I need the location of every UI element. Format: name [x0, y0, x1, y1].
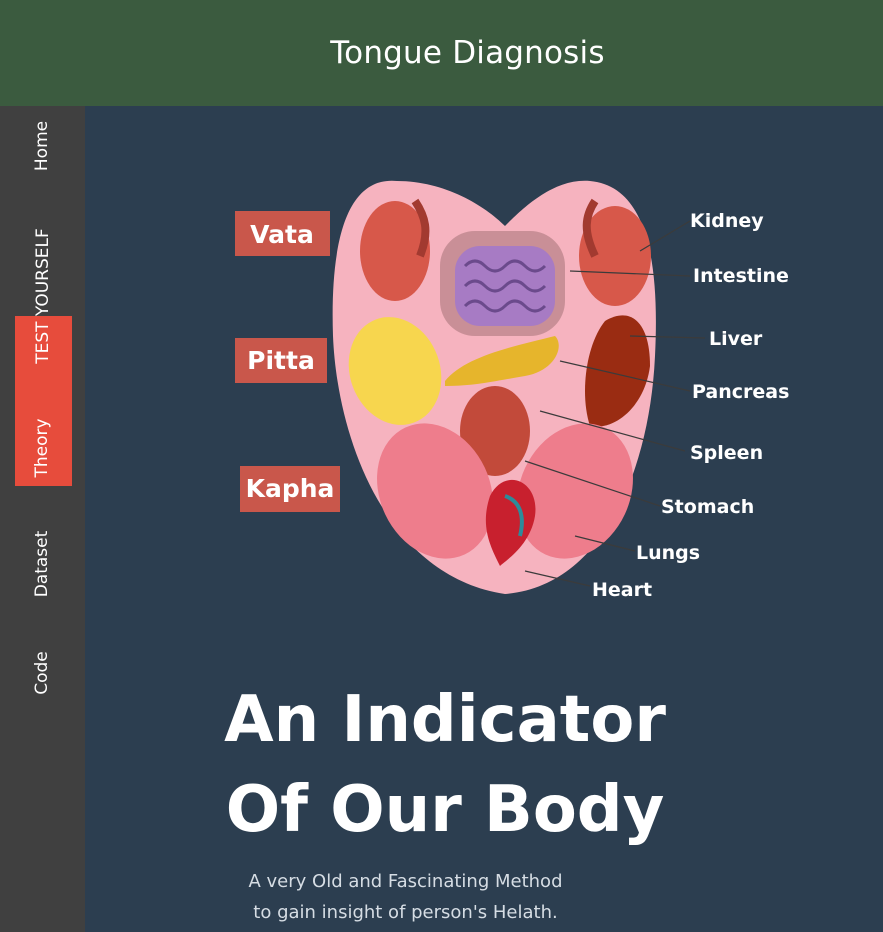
sidebar-item-test-yourself[interactable]: TEST YOURSELF: [33, 221, 53, 371]
hero-subtitle-line2: to gain insight of person's Helath.: [253, 902, 558, 923]
main-content: Vata Pitta Kapha Kidney Intestine Liver …: [85, 106, 883, 932]
sidebar-item-theory[interactable]: Theory: [32, 413, 52, 483]
tongue-illustration: Vata Pitta Kapha Kidney Intestine Liver …: [235, 180, 789, 601]
label-spleen: Spleen: [690, 442, 763, 464]
label-heart: Heart: [592, 579, 652, 601]
label-liver: Liver: [709, 328, 763, 350]
hero-title-line2: Of Our Body: [225, 772, 665, 847]
hero-subtitle-line1: A very Old and Fascinating Method: [248, 871, 563, 892]
app-header: Tongue Diagnosis: [0, 0, 883, 106]
hero-title: An Indicator Of Our Body: [85, 676, 805, 855]
hero-title-line1: An Indicator: [224, 683, 666, 757]
label-stomach: Stomach: [661, 496, 754, 518]
sidebar-item-code[interactable]: Code: [32, 643, 52, 703]
label-kapha: Kapha: [246, 474, 335, 503]
hero-subtitle: A very Old and Fascinating Method to gai…: [228, 866, 583, 928]
sidebar-item-home[interactable]: Home: [32, 111, 52, 181]
page-title: Tongue Diagnosis: [330, 35, 605, 71]
label-kidney: Kidney: [690, 210, 764, 232]
label-pitta: Pitta: [247, 346, 315, 375]
label-intestine: Intestine: [693, 265, 789, 287]
label-pancreas: Pancreas: [692, 381, 789, 403]
label-vata: Vata: [250, 220, 314, 249]
label-lungs: Lungs: [636, 542, 700, 564]
sidebar-item-dataset[interactable]: Dataset: [32, 524, 52, 604]
sidebar-nav: Home TEST YOURSELF Theory Dataset Code: [0, 106, 85, 932]
